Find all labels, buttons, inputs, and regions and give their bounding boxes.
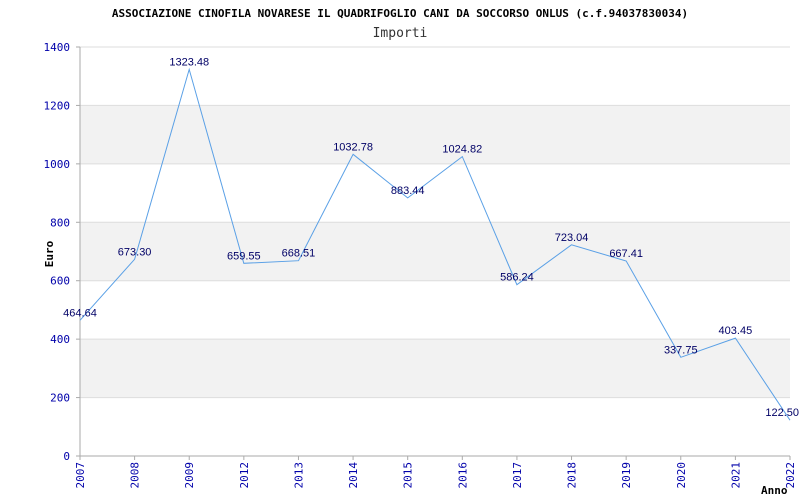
x-tick-label: 2014 [347, 462, 360, 489]
data-label: 723.04 [555, 232, 589, 244]
y-tick-label: 1400 [44, 41, 71, 54]
y-tick-label: 0 [63, 450, 70, 463]
data-label: 673.30 [118, 246, 152, 258]
chart-title: ASSOCIAZIONE CINOFILA NOVARESE IL QUADRI… [112, 7, 688, 20]
grid-band [80, 222, 790, 281]
data-label: 586.24 [500, 272, 534, 284]
y-tick-label: 200 [50, 392, 70, 405]
y-tick-label: 1200 [44, 99, 71, 112]
y-axis-label: Euro [43, 240, 56, 267]
data-label: 1323.48 [169, 56, 209, 68]
data-label: 1032.78 [333, 141, 373, 153]
y-tick-label: 1000 [44, 158, 71, 171]
x-tick-label: 2009 [183, 462, 196, 489]
y-tick-label: 600 [50, 275, 70, 288]
x-tick-label: 2020 [675, 462, 688, 489]
x-tick-label: 2012 [238, 462, 251, 489]
data-label: 122.50 [765, 407, 799, 419]
data-label: 464.64 [63, 307, 97, 319]
x-axis-label: Anno [761, 484, 788, 497]
x-tick-label: 2021 [729, 462, 742, 489]
x-tick-labels: 2007 2008 2009 2012 2013 2014 2015 2016 2017 2018… [74, 456, 797, 489]
y-tick-label: 400 [50, 333, 70, 346]
x-tick-label: 2017 [511, 462, 524, 489]
data-label: 883.44 [391, 185, 425, 197]
x-tick-label: 2019 [620, 462, 633, 489]
data-label: 659.55 [227, 250, 261, 262]
y-tick-label: 800 [50, 216, 70, 229]
x-tick-label: 2013 [292, 462, 305, 489]
data-label: 403.45 [719, 325, 753, 337]
chart-subtitle: Importi [373, 26, 428, 41]
x-tick-label: 2018 [566, 462, 579, 489]
x-tick-label: 2007 [74, 462, 87, 489]
x-tick-label: 2008 [129, 462, 142, 489]
data-label: 337.75 [664, 344, 698, 356]
data-label: 667.41 [609, 248, 643, 260]
chart: ASSOCIAZIONE CINOFILA NOVARESE IL QUADRI… [43, 7, 799, 497]
x-tick-label: 2016 [456, 462, 469, 489]
x-tick-label: 2015 [402, 462, 415, 489]
data-label: 668.51 [282, 248, 316, 260]
data-label: 1024.82 [442, 144, 482, 156]
grid-band [80, 105, 790, 164]
